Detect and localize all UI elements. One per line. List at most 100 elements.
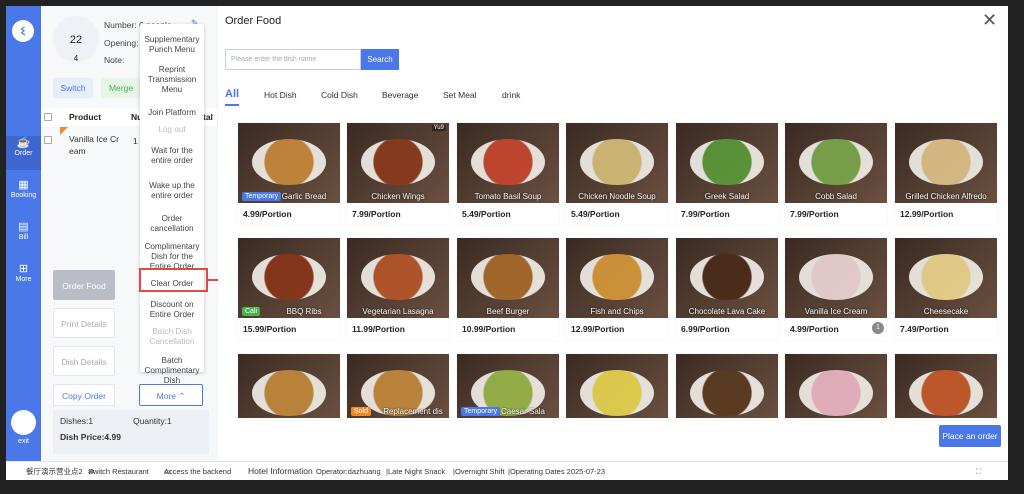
- hotel-info-link[interactable]: Hotel Information: [248, 462, 313, 480]
- dish-card[interactable]: [785, 354, 887, 420]
- dish-price: 12.99/Portion: [571, 324, 625, 334]
- dish-card[interactable]: Beef Burger 10.99/Portion: [457, 238, 559, 340]
- plate-shape: [909, 254, 983, 300]
- dish-name: Chicken Wings: [371, 192, 425, 201]
- app-logo-icon: ଽ: [12, 20, 34, 42]
- dish-details-button[interactable]: Dish Details: [53, 346, 115, 376]
- dish-card[interactable]: Caesar Sala Temporary: [457, 354, 559, 420]
- dish-tag: Temporary: [461, 407, 501, 416]
- nav-more[interactable]: ⊞ More: [6, 262, 41, 296]
- menu-item[interactable]: Wait for the entire order: [140, 146, 204, 166]
- dish-price: 6.99/Portion: [681, 324, 730, 334]
- nav-booking[interactable]: ▦ Booking: [6, 178, 41, 212]
- dish-name: Fish and Chips: [590, 307, 644, 316]
- dish-card[interactable]: [566, 354, 668, 420]
- dish-card[interactable]: Garlic Bread Temporary 4.99/Portion: [238, 123, 340, 225]
- dish-name: Grilled Chicken Alfredo: [905, 192, 987, 201]
- menu-item[interactable]: Order cancellation: [140, 214, 204, 234]
- merge-button[interactable]: Merge: [101, 78, 141, 98]
- dish-card[interactable]: Tomato Basil Soup 5.49/Portion: [457, 123, 559, 225]
- dish-card[interactable]: Chocolate Lava Cake 6.99/Portion: [676, 238, 778, 340]
- category-all[interactable]: All: [225, 88, 239, 100]
- yu-label: Yu9: [431, 125, 446, 131]
- plate-shape: [799, 254, 873, 300]
- dish-tag: Sold: [351, 407, 372, 416]
- dish-name: Beef Burger: [486, 307, 530, 316]
- print-details-button[interactable]: Print Details: [53, 308, 115, 338]
- dish-card[interactable]: Yu9 Chicken Wings 7.99/Portion: [347, 123, 449, 225]
- plate-shape: [580, 370, 654, 416]
- dish-photo: Yu9 Chicken Wings: [347, 123, 449, 203]
- dish-card[interactable]: Cheesecake 7.49/Portion: [895, 238, 997, 340]
- nav-bill[interactable]: ▤ Bill: [6, 220, 41, 254]
- row-checkbox[interactable]: [44, 136, 52, 144]
- category-beverage[interactable]: Beverage: [382, 90, 418, 100]
- dish-photo: [238, 354, 340, 418]
- dish-photo: Vegetarian Lasagna: [347, 238, 449, 318]
- dish-card[interactable]: Vanilla Ice Cream 4.99/Portion 1: [785, 238, 887, 340]
- category-hot-dish[interactable]: Hot Dish: [264, 90, 297, 100]
- dish-price: 5.49/Portion: [571, 209, 620, 219]
- plate-shape: [252, 139, 326, 185]
- menu-item[interactable]: Supplementary Punch Menu: [140, 35, 204, 55]
- table-badge: 22 4: [53, 16, 99, 63]
- dish-photo: Chocolate Lava Cake: [676, 238, 778, 318]
- more-button[interactable]: More ⌃: [139, 384, 203, 406]
- more-menu: Supplementary Punch Menu Reprint Transmis…: [140, 24, 204, 385]
- col-total: tal: [203, 112, 213, 122]
- dish-price: 11.99/Portion: [352, 324, 405, 334]
- dish-photo: Caesar Sala Temporary: [457, 354, 559, 418]
- nav-order[interactable]: ☕ Order: [6, 136, 41, 170]
- search-button[interactable]: Search: [361, 49, 399, 70]
- dish-card[interactable]: Vegetarian Lasagna 11.99/Portion: [347, 238, 449, 340]
- select-all-checkbox[interactable]: [44, 113, 52, 121]
- dish-card[interactable]: Fish and Chips 12.99/Portion: [566, 238, 668, 340]
- item-marker: [60, 127, 68, 135]
- dish-card[interactable]: [676, 354, 778, 420]
- order-food-button[interactable]: Order Food: [53, 270, 115, 300]
- menu-item: Log out: [158, 125, 186, 134]
- dish-card[interactable]: Grilled Chicken Alfredo 12.99/Portion: [895, 123, 997, 225]
- avatar[interactable]: [11, 410, 36, 435]
- cup-icon: ☕: [16, 137, 31, 149]
- dish-price: 10.99/Portion: [462, 324, 516, 334]
- menu-item[interactable]: Reprint Transmission Menu: [140, 65, 204, 95]
- exit-label[interactable]: exit: [6, 438, 41, 445]
- menu-item[interactable]: Wake up the entire order: [140, 181, 204, 201]
- dish-card[interactable]: Chicken Noodle Soup 5.49/Portion: [566, 123, 668, 225]
- dish-name: Cheesecake: [923, 307, 969, 316]
- dish-card[interactable]: Greek Salad 7.99/Portion: [676, 123, 778, 225]
- overnight-text: | Overnight Shift: [453, 467, 505, 476]
- plate-shape: [690, 254, 764, 300]
- item-qty: 1: [133, 136, 138, 146]
- calendar-icon: ▦: [18, 179, 29, 191]
- dish-photo: Tomato Basil Soup: [457, 123, 559, 203]
- dish-search-input[interactable]: Please enter the dish name: [225, 49, 361, 70]
- dish-photo: Cheesecake: [895, 238, 997, 318]
- category-drink[interactable]: drink: [502, 90, 520, 100]
- menu-item[interactable]: Join Platform: [140, 108, 204, 118]
- category-cold-dish[interactable]: Cold Dish: [321, 90, 358, 100]
- nav-rail: ଽ ☕ Order ▦ Booking ▤ Bill ⊞ More exit: [6, 6, 41, 461]
- copy-order-button[interactable]: Copy Order: [53, 384, 115, 406]
- dish-card[interactable]: BBQ Ribs Cali 15.99/Portion: [238, 238, 340, 340]
- dish-card[interactable]: Cobb Salad 7.99/Portion: [785, 123, 887, 225]
- store-name: 餐厅演示营业点2: [26, 467, 83, 476]
- menu-item[interactable]: Batch Complimentary Dish: [140, 356, 204, 386]
- place-order-button[interactable]: Place an order: [939, 425, 1001, 447]
- dish-price: Dish Price:4.99: [60, 432, 121, 442]
- close-icon[interactable]: ✕: [982, 10, 997, 30]
- dish-photo: Vanilla Ice Cream: [785, 238, 887, 318]
- dish-card[interactable]: [895, 354, 997, 420]
- menu-item[interactable]: Discount on Entire Order: [140, 300, 204, 320]
- dish-card[interactable]: [238, 354, 340, 420]
- dish-card[interactable]: Replacement dis Sold: [347, 354, 449, 420]
- category-set-meal[interactable]: Set Meal: [443, 90, 477, 100]
- table-guests: 4: [73, 54, 79, 63]
- dishes-count: Dishes:1: [60, 416, 94, 426]
- fullscreen-icon[interactable]: ⛶: [976, 462, 981, 480]
- operating-dates: | Operating Dates 2025-07-23: [508, 467, 606, 476]
- dish-name: Vegetarian Lasagna: [362, 307, 434, 316]
- switch-button[interactable]: Switch: [53, 78, 93, 98]
- dish-photo: Fish and Chips: [566, 238, 668, 318]
